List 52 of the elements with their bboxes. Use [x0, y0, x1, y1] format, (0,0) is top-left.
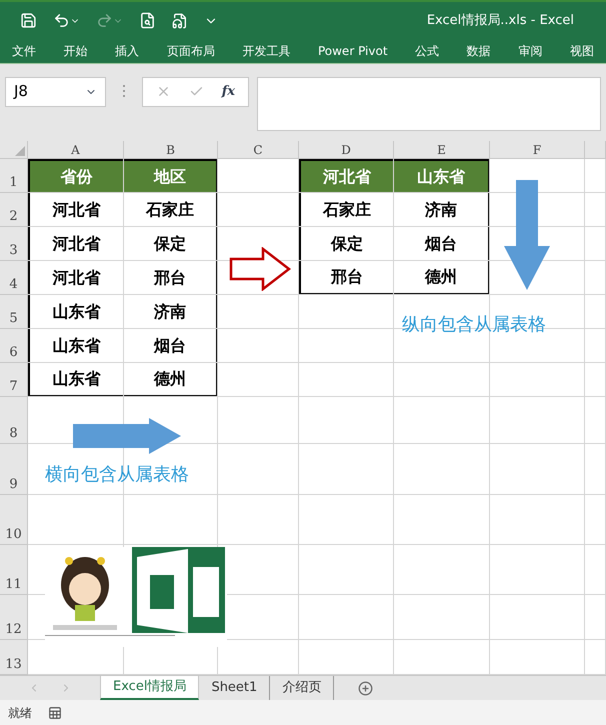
row-header[interactable]: 11 — [5, 574, 22, 594]
caption-label: 纵向包含从属表格 — [402, 313, 546, 338]
row-header[interactable]: 8 — [9, 424, 18, 444]
ribbon-tab[interactable]: 数据 — [466, 42, 491, 60]
header-cell: 地区 — [124, 159, 218, 194]
row-header[interactable]: 3 — [9, 240, 18, 260]
spreadsheet-icon[interactable] — [48, 706, 62, 720]
ribbon-tab[interactable]: 插入 — [115, 42, 140, 60]
column-header[interactable]: B — [166, 143, 175, 158]
sheet-tab[interactable]: Excel情报局 — [100, 676, 200, 700]
row-header[interactable]: 2 — [9, 206, 18, 226]
row-header[interactable]: 9 — [9, 474, 18, 494]
header-cell: 山东省 — [394, 159, 490, 194]
name-box[interactable]: J8 — [5, 76, 106, 107]
formula-input[interactable] — [257, 76, 601, 131]
caption-label: 横向包含从属表格 — [45, 463, 189, 488]
add-sheet-icon[interactable] — [358, 680, 374, 696]
document-icon[interactable] — [172, 12, 188, 29]
column-header[interactable]: E — [437, 143, 446, 158]
column-header[interactable]: C — [253, 143, 263, 158]
ribbon-tab[interactable]: Power Pivot — [318, 42, 388, 60]
ribbon-tab[interactable]: 开发工具 — [242, 42, 290, 60]
row-header[interactable]: 10 — [5, 524, 22, 544]
row-header[interactable]: 4 — [9, 274, 18, 294]
ribbon-tab[interactable]: 页面布局 — [166, 42, 215, 60]
table-cell: 山东省 — [28, 363, 124, 398]
table-cell: 德州 — [394, 261, 490, 296]
undo-icon[interactable] — [53, 12, 80, 30]
save-icon[interactable] — [20, 12, 37, 30]
column-header[interactable]: A — [71, 143, 80, 158]
ribbon-tab[interactable]: 视图 — [570, 42, 594, 60]
ribbon-tab[interactable]: 文件 — [12, 42, 36, 60]
insert-function-button[interactable]: fx — [222, 82, 236, 102]
window-title: Excel情报局..xls - Excel — [426, 12, 574, 30]
ribbon-tab[interactable]: 审阅 — [518, 42, 542, 60]
ribbon-tab[interactable]: 公式 — [415, 42, 440, 60]
table-cell: 邢台 — [299, 261, 394, 296]
table-cell: 德州 — [124, 363, 218, 398]
row-header[interactable]: 7 — [9, 376, 18, 396]
row-header[interactable]: 6 — [9, 342, 18, 362]
row-header[interactable]: 1 — [9, 172, 18, 192]
row-header[interactable]: 5 — [9, 308, 18, 328]
status-text: 就绪 — [8, 704, 32, 722]
row-header[interactable]: 12 — [5, 620, 22, 640]
ribbon-tab[interactable]: 开始 — [64, 42, 88, 60]
row-header[interactable]: 13 — [5, 654, 22, 674]
print-preview-icon[interactable] — [139, 12, 156, 30]
header-cell: 省份 — [28, 159, 124, 194]
column-header[interactable]: D — [341, 143, 351, 158]
column-header[interactable]: F — [532, 143, 542, 158]
header-cell: 河北省 — [299, 159, 394, 194]
right-arrow-drawing — [229, 247, 291, 292]
